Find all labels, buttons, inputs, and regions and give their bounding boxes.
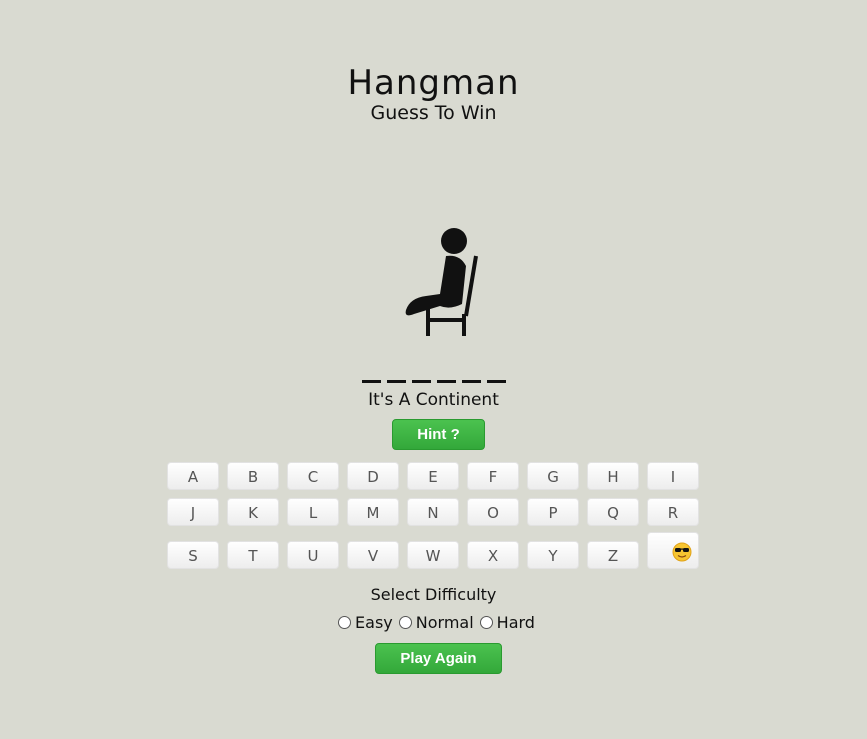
sunglasses-face-icon (672, 542, 692, 562)
letter-key[interactable]: E (407, 462, 459, 490)
letter-key[interactable]: K (227, 498, 279, 526)
letter-blank (486, 360, 506, 383)
letter-blank (361, 360, 381, 383)
letter-key[interactable]: G (527, 462, 579, 490)
keyboard-row: JKLMNOPQR (167, 498, 712, 526)
letter-key[interactable]: H (587, 462, 639, 490)
letter-key[interactable]: R (647, 498, 699, 526)
letter-key[interactable]: L (287, 498, 339, 526)
header: Hangman Guess To Win (0, 62, 867, 124)
letter-blank (461, 360, 481, 383)
difficulty-radio[interactable] (479, 616, 493, 629)
difficulty-label: Select Difficulty (370, 585, 497, 604)
letter-key[interactable]: A (167, 462, 219, 490)
keyboard-row: ABCDEFGHI (167, 462, 712, 490)
emoji-key[interactable] (647, 532, 699, 569)
letter-key[interactable]: D (347, 462, 399, 490)
letter-key[interactable]: P (527, 498, 579, 526)
difficulty-option-label[interactable]: Normal (416, 613, 474, 632)
letter-key[interactable]: Z (587, 540, 639, 569)
letter-key[interactable]: Q (587, 498, 639, 526)
word-blanks (0, 360, 867, 383)
letter-blank (386, 360, 406, 383)
letter-blank (411, 360, 431, 383)
letter-key[interactable]: C (287, 462, 339, 490)
difficulty-option-label[interactable]: Easy (355, 613, 393, 632)
game-title: Hangman (347, 63, 520, 103)
letter-key[interactable]: O (467, 498, 519, 526)
hint-text: It's A Continent (368, 390, 499, 410)
letter-key[interactable]: U (287, 540, 339, 569)
letter-key[interactable]: X (467, 540, 519, 569)
letter-key[interactable]: T (227, 540, 279, 569)
letter-key[interactable]: F (467, 462, 519, 490)
person-on-chair-icon (400, 226, 484, 338)
difficulty-options: Easy Normal Hard (0, 613, 867, 632)
letter-keyboard: ABCDEFGHI JKLMNOPQR STUVWXYZ (167, 462, 712, 577)
letter-key[interactable]: J (167, 498, 219, 526)
letter-key[interactable]: I (647, 462, 699, 490)
difficulty-radio[interactable] (398, 616, 412, 629)
letter-key[interactable]: M (347, 498, 399, 526)
keyboard-row: STUVWXYZ (167, 532, 712, 569)
difficulty-option-label[interactable]: Hard (497, 613, 535, 632)
letter-key[interactable]: N (407, 498, 459, 526)
hint-button[interactable]: Hint ? (392, 419, 485, 450)
difficulty-radio[interactable] (338, 616, 352, 629)
letter-blank (436, 360, 456, 383)
letter-key[interactable]: W (407, 540, 459, 569)
game-subtitle: Guess To Win (370, 102, 497, 124)
letter-key[interactable]: V (347, 540, 399, 569)
letter-key[interactable]: Y (527, 540, 579, 569)
letter-key[interactable]: B (227, 462, 279, 490)
play-again-button[interactable]: Play Again (375, 643, 502, 674)
letter-key[interactable]: S (167, 540, 219, 569)
